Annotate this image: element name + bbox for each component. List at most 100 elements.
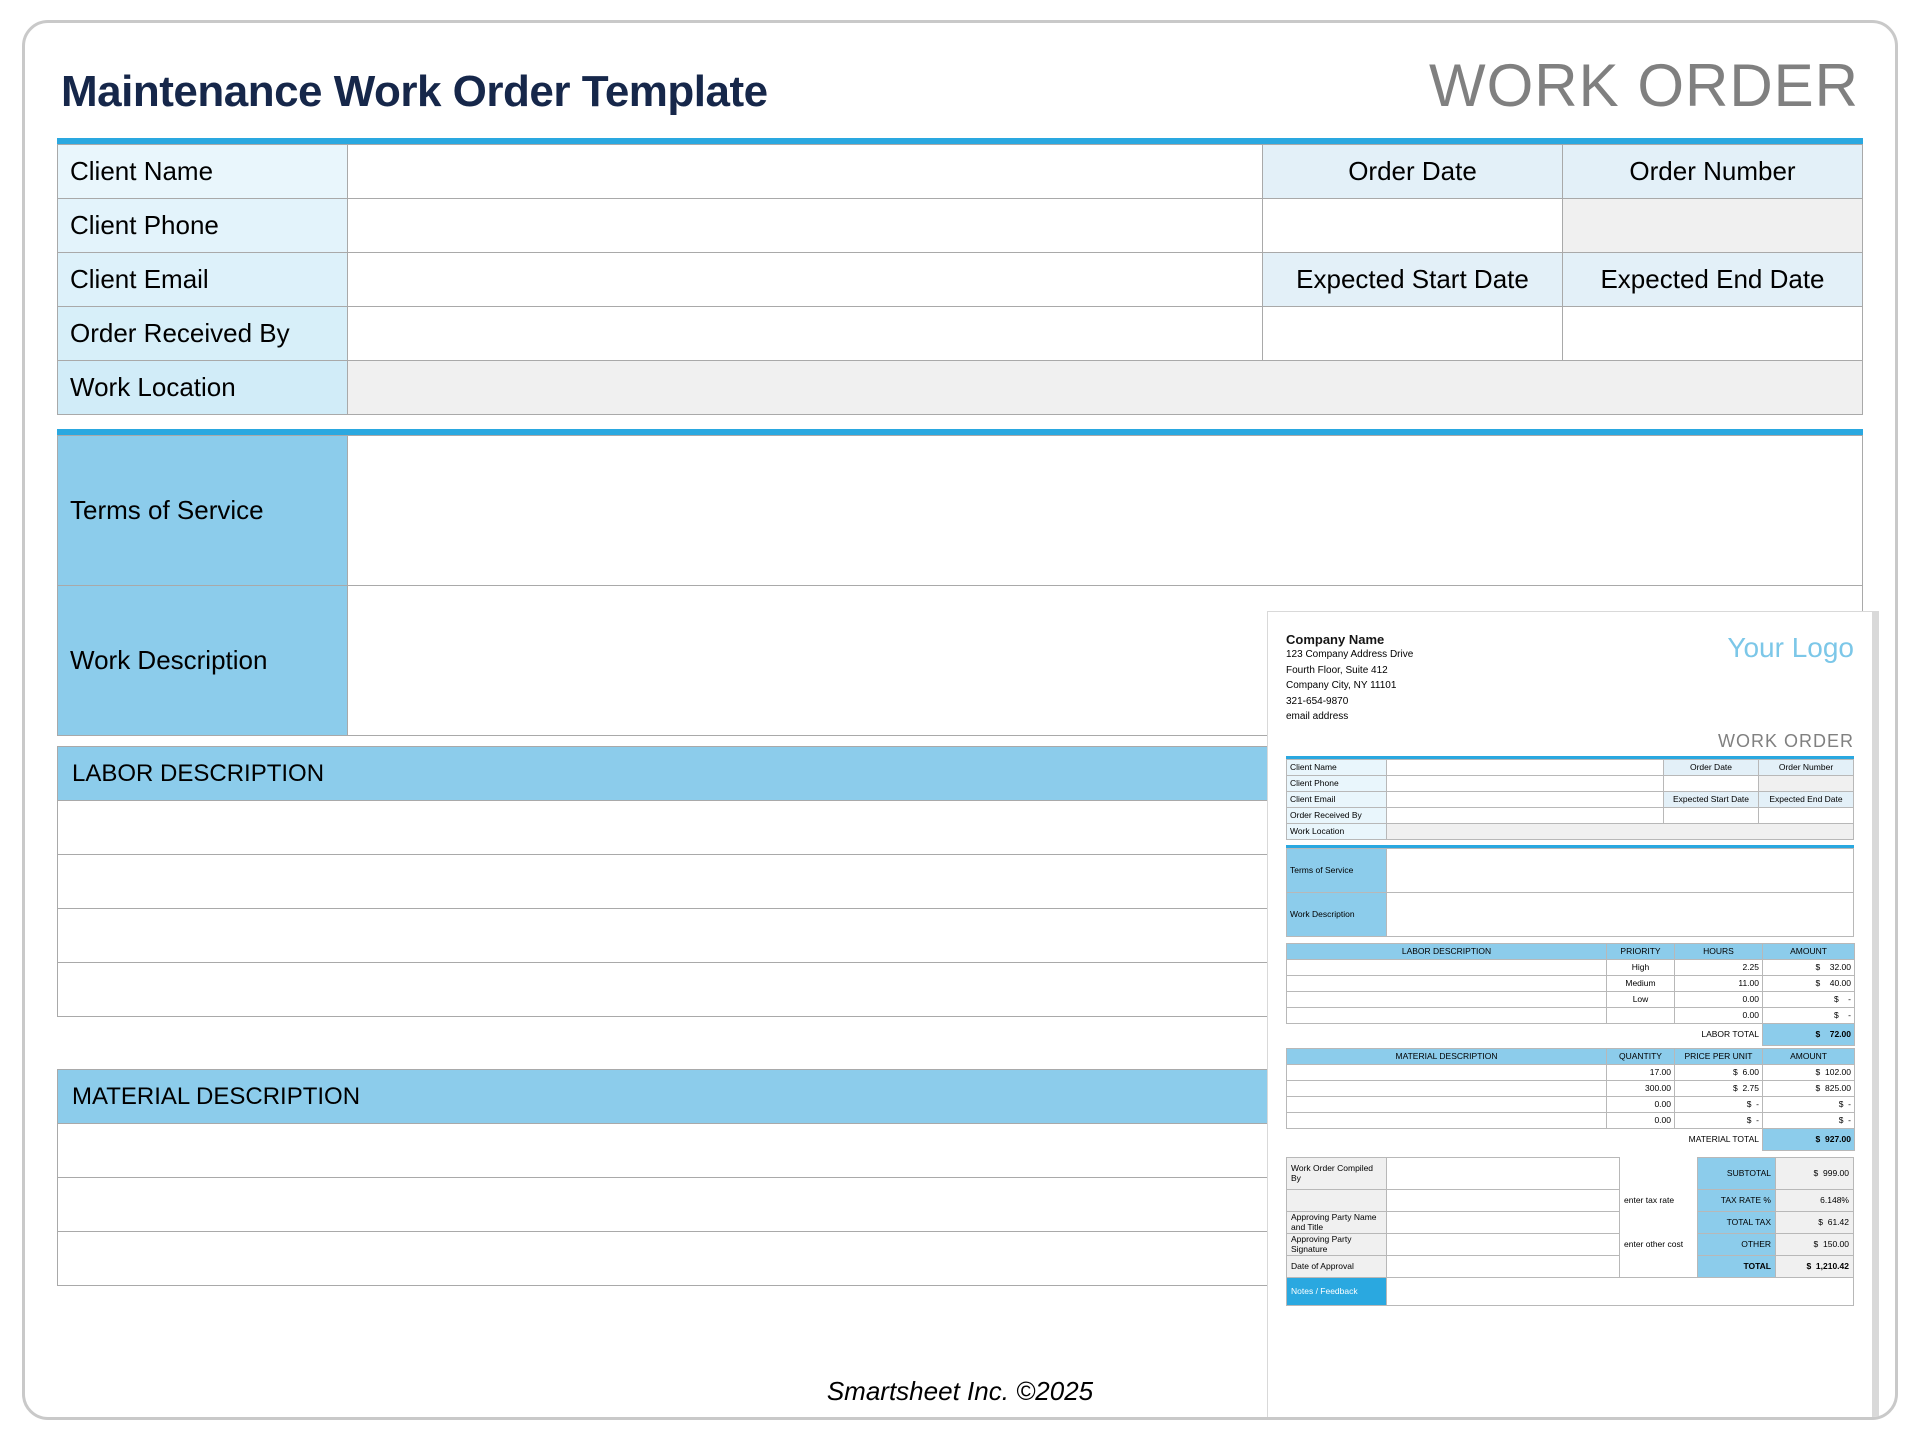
- p-s: SUBTOTAL: [1698, 1157, 1776, 1189]
- p-h: AMOUNT: [1763, 1048, 1855, 1064]
- field-client-name[interactable]: [348, 145, 1263, 199]
- p-c: -: [1848, 1115, 1851, 1125]
- p-s-lbl: Approving Party Signature: [1287, 1233, 1387, 1255]
- p-c: 6.00: [1742, 1067, 1759, 1077]
- label-work-location: Work Location: [58, 361, 348, 415]
- labor-desc-cell[interactable]: [58, 855, 1465, 909]
- preview-addr-1: Fourth Floor, Suite 412: [1286, 663, 1413, 679]
- p-notes: Notes / Feedback: [1287, 1277, 1387, 1305]
- p-s: 61.42: [1828, 1217, 1849, 1227]
- p-lbl: Client Name: [1287, 759, 1387, 775]
- field-expected-start[interactable]: [1263, 307, 1563, 361]
- p-h: LABOR DESCRIPTION: [1287, 943, 1607, 959]
- p-c: 2.25: [1675, 959, 1763, 975]
- p-c: 0.00: [1607, 1112, 1675, 1128]
- field-work-location[interactable]: [348, 361, 1863, 415]
- p-s: OTHER: [1698, 1233, 1776, 1255]
- p-c: 825.00: [1825, 1083, 1851, 1093]
- preview-addr-2: Company City, NY 11101: [1286, 678, 1413, 694]
- p-c: 0.00: [1675, 991, 1763, 1007]
- p-total: 927.00: [1825, 1134, 1851, 1144]
- p-c: Medium: [1607, 975, 1675, 991]
- field-order-number[interactable]: [1563, 199, 1863, 253]
- p-c: Low: [1607, 991, 1675, 1007]
- p-s-lbl: Date of Approval: [1287, 1255, 1387, 1277]
- p-lbl: Work Description: [1287, 892, 1387, 936]
- p-c: 0.00: [1607, 1096, 1675, 1112]
- p-c: 40.00: [1830, 978, 1851, 988]
- p-h: MATERIAL DESCRIPTION: [1287, 1048, 1607, 1064]
- p-s: 6.148%: [1776, 1189, 1854, 1211]
- label-expected-start: Expected Start Date: [1263, 253, 1563, 307]
- label-client-name: Client Name: [58, 145, 348, 199]
- p-total-lbl: LABOR TOTAL: [1287, 1023, 1763, 1045]
- label-expected-end: Expected End Date: [1563, 253, 1863, 307]
- p-total-lbl: MATERIAL TOTAL: [1287, 1128, 1763, 1150]
- labor-desc-cell[interactable]: [58, 801, 1465, 855]
- material-desc-cell[interactable]: [58, 1178, 1465, 1232]
- p-lbl: Order Number: [1759, 759, 1854, 775]
- material-desc-cell[interactable]: [58, 1124, 1465, 1178]
- p-s: TOTAL TAX: [1698, 1211, 1776, 1233]
- p-c: High: [1607, 959, 1675, 975]
- p-c: [1607, 1007, 1675, 1023]
- p-h: HOURS: [1675, 943, 1763, 959]
- material-desc-header: MATERIAL DESCRIPTION: [58, 1070, 1465, 1124]
- header: Maintenance Work Order Template WORK ORD…: [57, 51, 1863, 120]
- p-s: 999.00: [1823, 1168, 1849, 1178]
- p-c: -: [1848, 994, 1851, 1004]
- label-terms: Terms of Service: [58, 436, 348, 586]
- field-order-date[interactable]: [1263, 199, 1563, 253]
- field-expected-end[interactable]: [1563, 307, 1863, 361]
- p-c: -: [1848, 1099, 1851, 1109]
- p-s: TOTAL: [1698, 1255, 1776, 1277]
- field-client-phone[interactable]: [348, 199, 1263, 253]
- p-c: 2.75: [1742, 1083, 1759, 1093]
- p-c: 0.00: [1675, 1007, 1763, 1023]
- p-hint: enter other cost: [1620, 1233, 1698, 1255]
- p-lbl: Terms of Service: [1287, 848, 1387, 892]
- preview-addr-4: email address: [1286, 709, 1413, 725]
- labor-desc-cell[interactable]: [58, 909, 1465, 963]
- label-order-date: Order Date: [1263, 145, 1563, 199]
- material-desc-cell[interactable]: [58, 1232, 1465, 1286]
- p-lbl: Client Phone: [1287, 775, 1387, 791]
- p-lbl: Work Location: [1287, 823, 1387, 839]
- footer-copyright: Smartsheet Inc. ©2025: [25, 1376, 1895, 1407]
- labor-desc-cell[interactable]: [58, 963, 1465, 1017]
- preview-addr-3: 321-654-9870: [1286, 694, 1413, 710]
- p-c: 32.00: [1830, 962, 1851, 972]
- p-s-lbl: Work Order Compiled By: [1287, 1157, 1387, 1189]
- label-client-phone: Client Phone: [58, 199, 348, 253]
- label-order-received-by: Order Received By: [58, 307, 348, 361]
- p-h: AMOUNT: [1763, 943, 1855, 959]
- p-c: 102.00: [1825, 1067, 1851, 1077]
- p-c: 17.00: [1607, 1064, 1675, 1080]
- p-c: -: [1848, 1010, 1851, 1020]
- p-h: QUANTITY: [1607, 1048, 1675, 1064]
- preview-addr-0: 123 Company Address Drive: [1286, 647, 1413, 663]
- field-client-email[interactable]: [348, 253, 1263, 307]
- p-lbl: Order Received By: [1287, 807, 1387, 823]
- field-terms[interactable]: [348, 436, 1863, 586]
- label-order-number: Order Number: [1563, 145, 1863, 199]
- preview-wo: WORK ORDER: [1286, 731, 1854, 752]
- work-order-label: WORK ORDER: [1429, 51, 1859, 120]
- p-c: 11.00: [1675, 975, 1763, 991]
- p-c: 300.00: [1607, 1080, 1675, 1096]
- p-s-lbl: Approving Party Name and Title: [1287, 1211, 1387, 1233]
- p-s: 1,210.42: [1816, 1261, 1849, 1271]
- field-order-received-by[interactable]: [348, 307, 1263, 361]
- p-lbl: Order Date: [1664, 759, 1759, 775]
- p-s: 150.00: [1823, 1239, 1849, 1249]
- p-lbl: Expected End Date: [1759, 791, 1854, 807]
- p-c: -: [1756, 1115, 1759, 1125]
- labor-desc-header: LABOR DESCRIPTION: [58, 747, 1465, 801]
- client-info-table: Client Name Order Date Order Number Clie…: [57, 144, 1863, 415]
- p-s: TAX RATE %: [1698, 1189, 1776, 1211]
- label-work-desc: Work Description: [58, 586, 348, 736]
- p-total: 72.00: [1830, 1029, 1851, 1039]
- preview-logo: Your Logo: [1727, 632, 1854, 664]
- p-c: -: [1756, 1099, 1759, 1109]
- page-title: Maintenance Work Order Template: [61, 67, 768, 117]
